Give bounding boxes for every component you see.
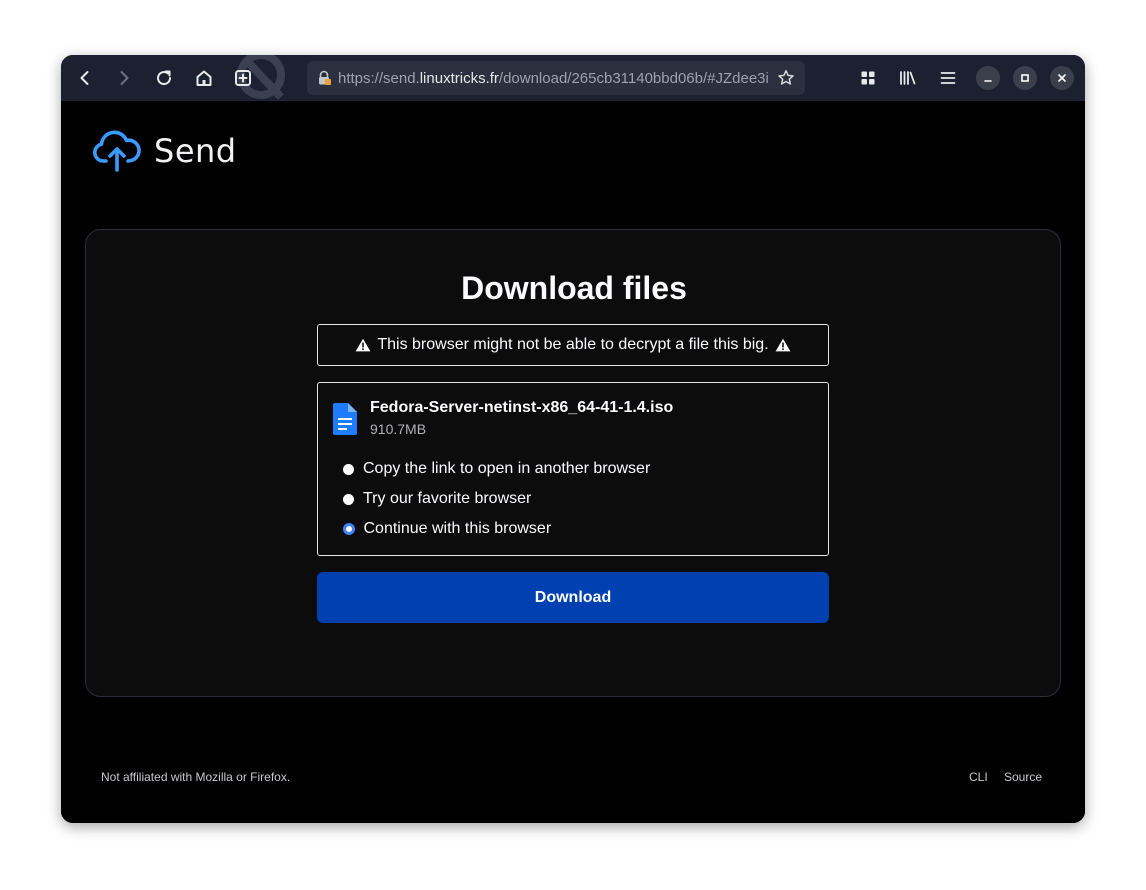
footer-link-cli[interactable]: CLI — [969, 770, 988, 784]
minimize-button[interactable] — [976, 66, 1000, 90]
forward-button[interactable] — [108, 62, 140, 94]
minimize-icon — [984, 80, 992, 82]
close-icon — [1058, 74, 1066, 82]
size-warning: This browser might not be able to decryp… — [317, 324, 829, 366]
browser-toolbar: https://send.linuxtricks.fr/download/265… — [61, 55, 1085, 101]
reload-icon — [157, 70, 172, 86]
download-button[interactable]: Download — [317, 572, 829, 623]
back-button[interactable] — [69, 62, 101, 94]
footer-disclaimer: Not affiliated with Mozilla or Firefox. — [101, 770, 291, 784]
file-size: 910.7MB — [370, 421, 427, 437]
page-title: Download files — [461, 270, 687, 306]
home-button[interactable] — [188, 62, 220, 94]
maximize-icon — [1021, 74, 1029, 82]
maximize-button[interactable] — [1013, 66, 1037, 90]
extensions-icon — [861, 71, 875, 85]
option-label: Try our favorite browser — [363, 490, 532, 507]
warning-icon — [775, 338, 791, 352]
url-path: /download/265cb31140bbd06b/#JZdee3i — [498, 70, 769, 87]
url-host: linuxtricks.fr — [419, 70, 499, 87]
home-icon — [196, 70, 212, 86]
brand-logo-link[interactable]: Send — [92, 129, 237, 173]
footer-link-source[interactable]: Source — [1004, 770, 1042, 784]
option-favorite-browser[interactable]: Try our favorite browser — [343, 488, 531, 510]
download-card: Download files This browser might not be… — [85, 229, 1061, 697]
library-button[interactable] — [892, 62, 924, 94]
file-info-box: Fedora-Server-netinst-x86_64-41-1.4.iso … — [317, 382, 829, 556]
reload-button[interactable] — [148, 62, 180, 94]
cloud-upload-icon — [93, 130, 141, 172]
warning-icon — [355, 338, 371, 352]
option-continue-browser[interactable]: Continue with this browser — [342, 518, 552, 540]
file-name: Fedora-Server-netinst-x86_64-41-1.4.iso — [370, 399, 674, 416]
radio-copy-link[interactable] — [343, 463, 354, 475]
menu-button[interactable] — [932, 62, 964, 94]
library-icon — [900, 71, 916, 85]
option-label: Continue with this browser — [363, 520, 552, 537]
star-icon[interactable] — [777, 69, 795, 87]
file-icon — [333, 403, 357, 435]
new-tab-button[interactable] — [227, 62, 259, 94]
url-prefix: https://send. — [338, 70, 420, 87]
menu-icon — [940, 72, 956, 84]
browser-window: https://send.linuxtricks.fr/download/265… — [61, 55, 1085, 823]
url-bar[interactable]: https://send.linuxtricks.fr/download/265… — [307, 61, 805, 95]
forward-icon — [120, 71, 129, 85]
new-tab-icon — [235, 70, 251, 86]
back-icon — [80, 71, 89, 85]
brand-name: Send — [154, 132, 237, 170]
close-button[interactable] — [1050, 66, 1074, 90]
url-text[interactable]: https://send.linuxtricks.fr/download/265… — [338, 70, 772, 88]
radio-continue-browser[interactable] — [342, 523, 355, 535]
radio-favorite-browser[interactable] — [343, 493, 354, 505]
option-label: Copy the link to open in another browser — [363, 460, 651, 477]
page-content: Send Download files This browser might n… — [61, 101, 1085, 823]
lock-icon — [319, 70, 331, 85]
option-copy-link[interactable]: Copy the link to open in another browser — [343, 458, 650, 480]
extensions-button[interactable] — [852, 62, 884, 94]
warning-text: This browser might not be able to decryp… — [377, 336, 769, 353]
